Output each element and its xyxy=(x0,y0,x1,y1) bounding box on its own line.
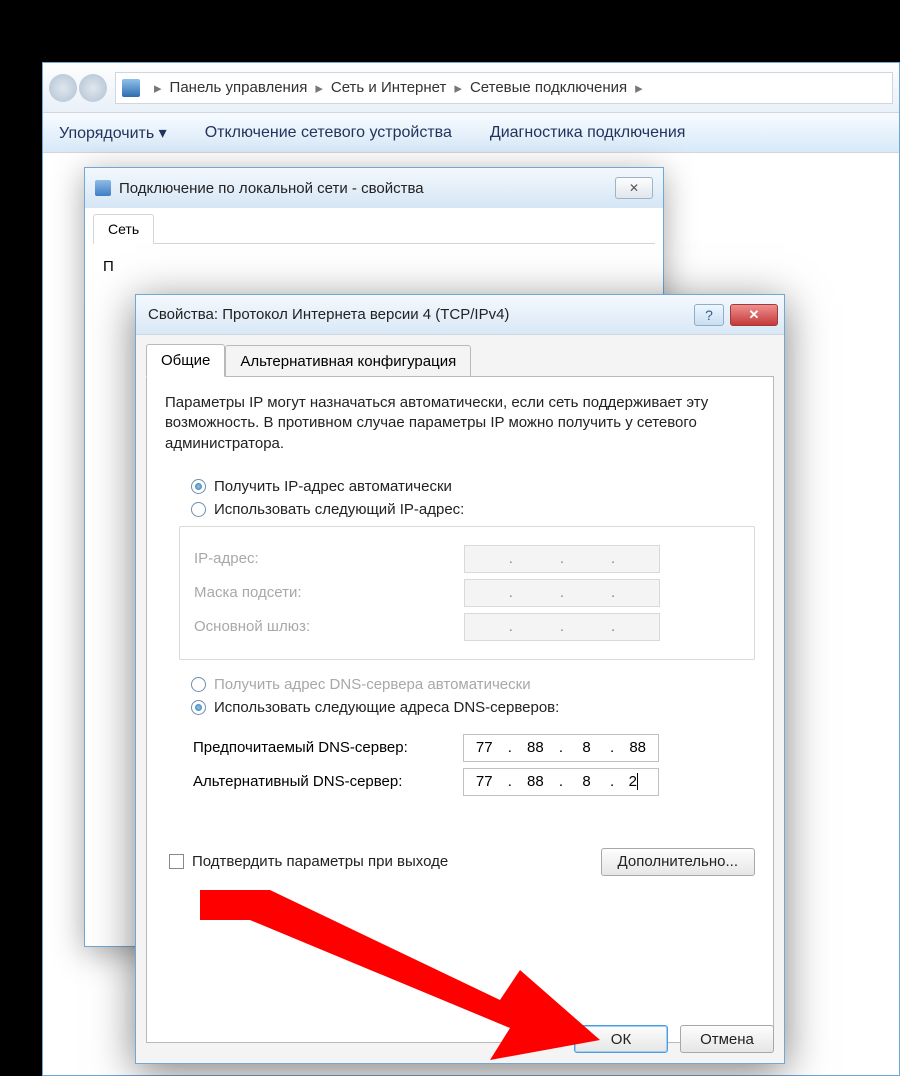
ipv4-title: Свойства: Протокол Интернета версии 4 (T… xyxy=(148,306,509,323)
toolbar-diagnose[interactable]: Диагностика подключения xyxy=(490,124,686,142)
truncated-label: П xyxy=(103,258,114,275)
ipv4-properties-dialog: Свойства: Протокол Интернета версии 4 (T… xyxy=(135,294,785,1064)
gateway-input: ... xyxy=(464,613,660,641)
ip-address-label: IP-адрес: xyxy=(194,550,464,567)
dns-group: Предпочитаемый DNS-сервер: 77. 88. 8. 88… xyxy=(179,724,755,814)
radio-icon xyxy=(191,479,206,494)
tab-body: Параметры IP могут назначаться автоматич… xyxy=(146,377,774,1043)
radio-icon xyxy=(191,502,206,517)
radio-ip-auto-label: Получить IP-адрес автоматически xyxy=(214,478,452,495)
explorer-toolbar: Упорядочить ▾ Отключение сетевого устрой… xyxy=(43,113,899,153)
ip-group: IP-адрес: ... Маска подсети: ... Основно… xyxy=(179,526,755,660)
confirm-checkbox[interactable] xyxy=(169,854,184,869)
subnet-mask-label: Маска подсети: xyxy=(194,584,464,601)
radio-icon xyxy=(191,677,206,692)
address-bar[interactable]: ▸Панель управления ▸Сеть и Интернет ▸Сет… xyxy=(115,72,893,104)
toolbar-organize[interactable]: Упорядочить ▾ xyxy=(59,123,167,143)
crumb-3[interactable]: Сетевые подключения xyxy=(470,79,627,96)
explorer-nav: ▸Панель управления ▸Сеть и Интернет ▸Сет… xyxy=(43,63,899,113)
preferred-dns-label: Предпочитаемый DNS-сервер: xyxy=(193,739,463,756)
ipv4-tabs: Общие Альтернативная конфигурация xyxy=(146,339,774,377)
ip-address-input: ... xyxy=(464,545,660,573)
ok-button[interactable]: ОК xyxy=(574,1025,668,1053)
help-button[interactable]: ? xyxy=(694,304,724,326)
connection-properties-tabs: Сеть xyxy=(93,214,655,244)
tab-alt-config[interactable]: Альтернативная конфигурация xyxy=(225,345,471,377)
gateway-label: Основной шлюз: xyxy=(194,618,464,635)
toolbar-disable[interactable]: Отключение сетевого устройства xyxy=(205,124,452,142)
radio-ip-manual-label: Использовать следующий IP-адрес: xyxy=(214,501,464,518)
control-panel-icon xyxy=(122,79,140,97)
alternate-dns-input[interactable]: 77. 88. 8. 2 xyxy=(463,768,659,796)
tab-network[interactable]: Сеть xyxy=(93,214,154,244)
radio-dns-manual[interactable]: Использовать следующие адреса DNS-сервер… xyxy=(191,699,755,716)
tab-general[interactable]: Общие xyxy=(146,344,225,377)
connection-properties-titlebar[interactable]: Подключение по локальной сети - свойства… xyxy=(85,168,663,208)
radio-ip-manual[interactable]: Использовать следующий IP-адрес: xyxy=(191,501,755,518)
close-icon[interactable]: ✕ xyxy=(615,177,653,199)
radio-dns-auto-label: Получить адрес DNS-сервера автоматически xyxy=(214,676,531,693)
subnet-mask-input: ... xyxy=(464,579,660,607)
dialog-button-row: ОК Отмена xyxy=(574,1025,774,1053)
network-icon xyxy=(95,180,111,196)
cancel-button[interactable]: Отмена xyxy=(680,1025,774,1053)
crumb-1[interactable]: Панель управления xyxy=(170,79,308,96)
back-button[interactable] xyxy=(49,74,77,102)
ip-description: Параметры IP могут назначаться автоматич… xyxy=(165,393,755,454)
radio-dns-auto[interactable]: Получить адрес DNS-сервера автоматически xyxy=(191,676,755,693)
alternate-dns-label: Альтернативный DNS-сервер: xyxy=(193,773,463,790)
connection-properties-body: П xyxy=(85,244,663,289)
preferred-dns-input[interactable]: 77. 88. 8. 88 xyxy=(463,734,659,762)
forward-button[interactable] xyxy=(79,74,107,102)
ipv4-titlebar[interactable]: Свойства: Протокол Интернета версии 4 (T… xyxy=(136,295,784,335)
crumb-2[interactable]: Сеть и Интернет xyxy=(331,79,447,96)
confirm-label: Подтвердить параметры при выходе xyxy=(192,853,448,870)
advanced-button[interactable]: Дополнительно... xyxy=(601,848,755,876)
close-button[interactable]: ✕ xyxy=(730,304,778,326)
radio-icon xyxy=(191,700,206,715)
radio-ip-auto[interactable]: Получить IP-адрес автоматически xyxy=(191,478,755,495)
connection-properties-title: Подключение по локальной сети - свойства xyxy=(119,180,424,197)
radio-dns-manual-label: Использовать следующие адреса DNS-сервер… xyxy=(214,699,559,716)
